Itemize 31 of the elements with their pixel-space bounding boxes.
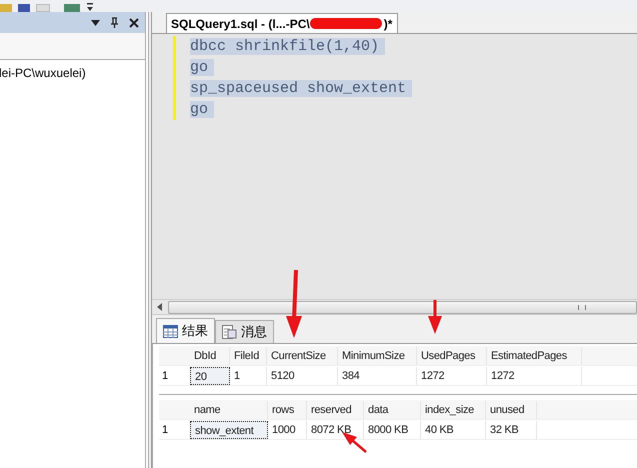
column-header[interactable]: reserved — [307, 400, 364, 418]
column-header[interactable]: data — [364, 400, 421, 418]
tree-item[interactable]: lei-PC\wuxuelei) — [0, 66, 86, 80]
document-tab[interactable]: SQLQuery1.sql - (l...-PC\ )* — [166, 13, 398, 33]
table-cell: 384 — [338, 366, 417, 384]
column-header[interactable]: FileId — [230, 346, 267, 364]
column-header[interactable]: name — [190, 400, 268, 418]
column-header[interactable]: UsedPages — [417, 346, 487, 364]
column-header[interactable]: EstimatedPages — [487, 346, 582, 364]
tab-title: )* — [384, 16, 392, 30]
column-header[interactable]: unused — [486, 400, 537, 418]
table-cell: 1272 — [417, 366, 487, 384]
table-cell: 5120 — [267, 366, 338, 384]
results-tab[interactable]: 消息 — [215, 320, 274, 343]
column-header[interactable]: rows — [268, 400, 307, 418]
column-header[interactable]: MinimumSize — [338, 346, 417, 364]
table-cell: 1272 — [487, 366, 582, 384]
row-number: 1 — [161, 370, 170, 382]
table-cell: 8000 KB — [364, 420, 421, 438]
results-tab[interactable]: 结果 — [156, 318, 215, 343]
table-cell: 1 — [230, 366, 267, 384]
row-number: 1 — [161, 424, 170, 436]
table-cell: show_extent — [190, 420, 268, 438]
tab-title: SQLQuery1.sql - (l...-PC\ — [171, 16, 310, 30]
column-header[interactable]: DbId — [190, 346, 230, 364]
column-header[interactable]: index_size — [421, 400, 486, 418]
table-cell: 1000 — [268, 420, 307, 438]
table-cell: 40 KB — [421, 420, 486, 438]
table-cell: 20 — [190, 366, 230, 384]
table-cell: 32 KB — [486, 420, 537, 438]
column-header[interactable]: CurrentSize — [267, 346, 338, 364]
